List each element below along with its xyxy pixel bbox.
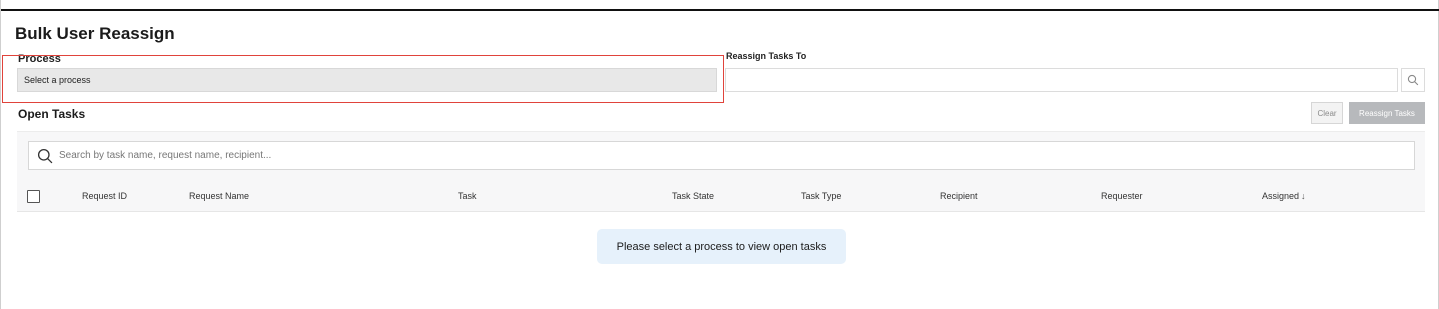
column-header-task-state[interactable]: Task State bbox=[672, 191, 714, 201]
column-header-assigned[interactable]: Assigned ↓ bbox=[1262, 191, 1306, 201]
column-header-task-type[interactable]: Task Type bbox=[801, 191, 841, 201]
search-icon bbox=[1407, 74, 1419, 86]
bulk-user-reassign-page: Bulk User Reassign Process Select a proc… bbox=[0, 0, 1439, 309]
reassign-tasks-button[interactable]: Reassign Tasks bbox=[1349, 102, 1425, 124]
column-header-task[interactable]: Task bbox=[458, 191, 477, 201]
select-all-checkbox[interactable] bbox=[27, 190, 40, 203]
open-tasks-title: Open Tasks bbox=[18, 107, 86, 121]
column-header-request-name[interactable]: Request Name bbox=[189, 191, 249, 201]
empty-state-message: Please select a process to view open tas… bbox=[597, 229, 846, 264]
table-header: Request ID Request Name Task Task State … bbox=[17, 181, 1425, 212]
process-label: Process bbox=[18, 53, 61, 65]
clear-button[interactable]: Clear bbox=[1311, 102, 1343, 124]
page-title: Bulk User Reassign bbox=[15, 24, 175, 43]
task-search-input[interactable] bbox=[59, 142, 1399, 169]
column-header-assigned-label: Assigned bbox=[1262, 191, 1300, 201]
sort-descending-icon: ↓ bbox=[1301, 191, 1306, 201]
search-icon bbox=[37, 148, 53, 164]
reassign-tasks-to-input[interactable] bbox=[725, 68, 1398, 92]
task-search-box bbox=[28, 141, 1415, 170]
reassign-tasks-to-label: Reassign Tasks To bbox=[726, 51, 807, 61]
top-border bbox=[1, 9, 1439, 11]
process-select[interactable]: Select a process bbox=[17, 68, 717, 92]
reassign-user-search-button[interactable] bbox=[1401, 68, 1425, 92]
column-header-request-id[interactable]: Request ID bbox=[82, 191, 127, 201]
column-header-requester[interactable]: Requester bbox=[1101, 191, 1143, 201]
column-header-recipient[interactable]: Recipient bbox=[940, 191, 978, 201]
